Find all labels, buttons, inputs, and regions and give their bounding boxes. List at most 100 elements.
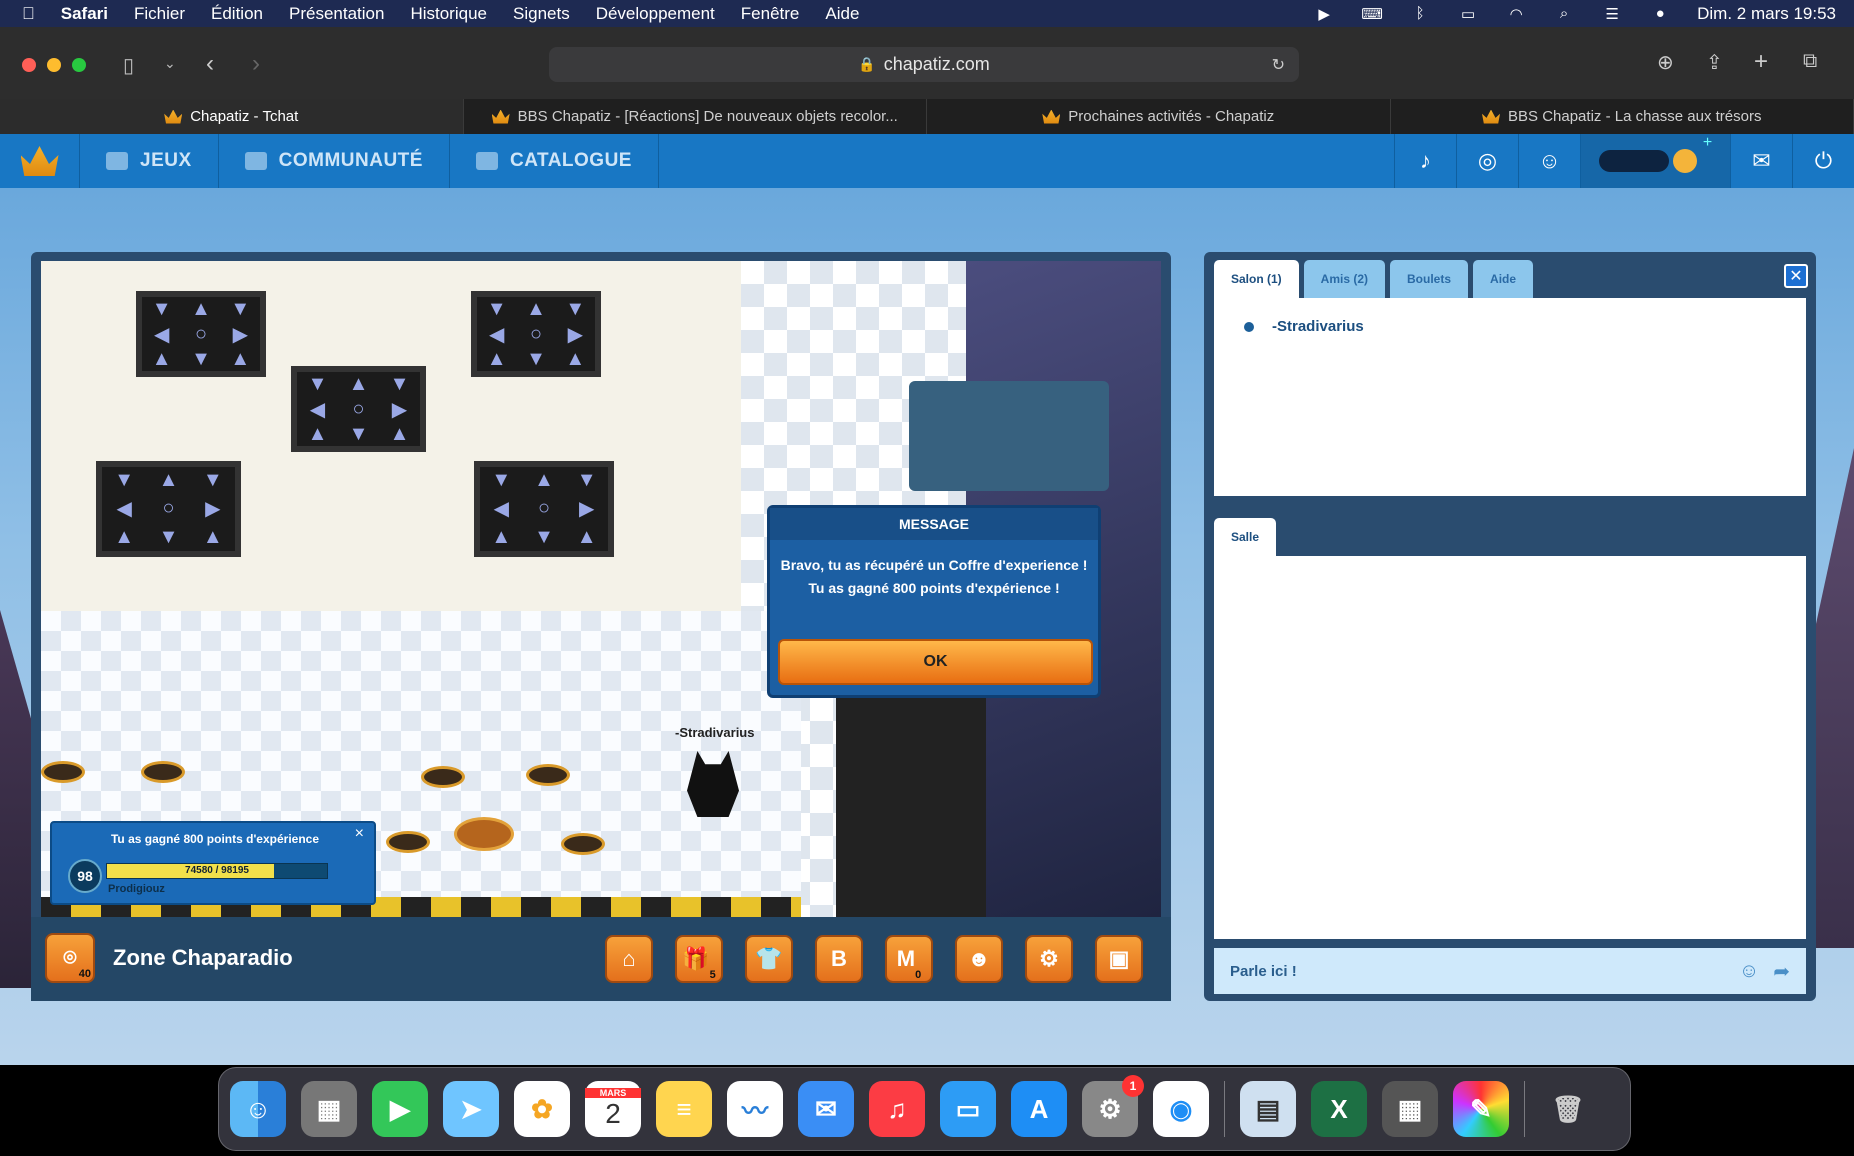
excel-icon[interactable]: X	[1311, 1081, 1367, 1137]
new-tab-icon[interactable]: +	[1754, 48, 1768, 76]
close-window-button[interactable]	[22, 58, 36, 72]
instagram-button[interactable]: ◎	[1456, 134, 1518, 188]
zone-map-button[interactable]: ⌾ 40	[45, 933, 95, 983]
system-settings-icon[interactable]: ⚙ 1	[1082, 1075, 1144, 1137]
tab-aide[interactable]: Aide	[1473, 260, 1534, 298]
tab-salon[interactable]: Salon (1)	[1214, 260, 1299, 298]
preview-icon[interactable]: ▤	[1240, 1081, 1296, 1137]
browser-tab-chapatiz-tchat[interactable]: Chapatiz - Tchat	[0, 99, 464, 134]
macos-dock: ☺ ▦ ▶ ➤ ✿ MARS 2 ≡ 〰 ✉ ♫ ▭ A ⚙ 1 ◉ ▤ X ▦ …	[218, 1067, 1631, 1151]
speaker-tower	[836, 691, 986, 917]
tab-boulets[interactable]: Boulets	[1390, 260, 1469, 298]
photos-icon[interactable]: ✿	[514, 1081, 570, 1137]
browser-tab-prochaines-activites[interactable]: Prochaines activités - Chapatiz	[927, 99, 1391, 134]
gift-button[interactable]: 🎁 5	[675, 935, 723, 983]
wardrobe-button[interactable]: 👕	[745, 935, 793, 983]
keynote-icon[interactable]: ▭	[940, 1081, 996, 1137]
minimize-window-button[interactable]	[47, 58, 61, 72]
control-center-icon[interactable]: ☰	[1601, 6, 1623, 23]
browser-tab-bbs-reactions[interactable]: BBS Chapatiz - [Réactions] De nouveaux o…	[464, 99, 927, 134]
mail-icon[interactable]: ✉	[798, 1081, 854, 1137]
launchpad-icon[interactable]: ▦	[301, 1081, 357, 1137]
reload-icon[interactable]: ↻	[1272, 55, 1285, 75]
share-icon[interactable]: ⇪	[1706, 50, 1723, 75]
chat-input[interactable]: Parle ici ! ☺ ➦	[1214, 948, 1806, 994]
back-button[interactable]: ‹	[206, 50, 214, 78]
freeform-icon[interactable]: 〰	[727, 1081, 783, 1137]
site-navbar: JEUX COMMUNAUTÉ CATALOGUE ♪ ◎ ☺ + ✉ ⏻	[0, 134, 1854, 188]
chevron-down-icon[interactable]: ⌄	[164, 55, 176, 72]
menu-app-name[interactable]: Safari	[61, 4, 108, 24]
keyboard-icon[interactable]: ⌨	[1361, 6, 1383, 23]
safari-icon[interactable]: ◉	[1153, 1081, 1209, 1137]
menu-aide[interactable]: Aide	[825, 4, 859, 24]
download-icon[interactable]: ⊕	[1657, 50, 1674, 75]
user-name[interactable]: -Stradivarius	[1272, 318, 1364, 335]
forward-button[interactable]: ›	[252, 50, 260, 78]
tiktok-button[interactable]: ♪	[1394, 134, 1456, 188]
trash-icon[interactable]: 🗑	[1540, 1081, 1596, 1137]
browser-tab-chasse-tresors[interactable]: BBS Chapatiz - La chasse aux trésors	[1391, 99, 1854, 134]
tab-amis[interactable]: Amis (2)	[1303, 260, 1386, 298]
menubar-clock[interactable]: Dim. 2 mars 19:53	[1697, 4, 1836, 24]
battery-icon[interactable]: ▭	[1457, 6, 1479, 23]
zoom-window-button[interactable]	[72, 58, 86, 72]
maps-icon[interactable]: ➤	[443, 1081, 499, 1137]
chat-panel: Salon (1) Amis (2) Boulets Aide ✕ -Strad…	[1204, 252, 1816, 1001]
m-count: 0	[915, 969, 922, 981]
logout-button[interactable]: ⏻	[1792, 134, 1854, 188]
menu-fenetre[interactable]: Fenêtre	[741, 4, 800, 24]
menu-edition[interactable]: Édition	[211, 4, 263, 24]
facetime-icon[interactable]: ▶	[372, 1081, 428, 1137]
spotlight-search-icon[interactable]: ⌕	[1553, 5, 1575, 22]
shirt-icon: 👕	[755, 946, 783, 971]
treasure-chest-table[interactable]	[454, 817, 514, 851]
menu-developpement[interactable]: Développement	[596, 4, 715, 24]
crown-favicon-icon	[1482, 109, 1501, 124]
dock-separator	[1224, 1081, 1225, 1137]
menu-historique[interactable]: Historique	[410, 4, 487, 24]
address-bar[interactable]: 🔒 chapatiz.com ↻	[549, 47, 1299, 82]
bluetooth-icon[interactable]: ᛒ	[1409, 5, 1431, 22]
app-store-icon[interactable]: A	[1011, 1081, 1067, 1137]
wifi-icon[interactable]: ◠	[1505, 6, 1527, 23]
nav-catalogue[interactable]: CATALOGUE	[450, 134, 659, 188]
send-arrow-icon[interactable]: ➦	[1773, 959, 1790, 984]
tab-overview-icon[interactable]: ⧉	[1803, 50, 1817, 73]
b-coin-button[interactable]: B	[815, 935, 863, 983]
settings-button[interactable]: ⚙	[1025, 935, 1073, 983]
sidebar-toggle-icon[interactable]: ▯	[123, 53, 134, 78]
user-list-item[interactable]: -Stradivarius	[1244, 318, 1364, 335]
close-chat-button[interactable]: ✕	[1784, 264, 1808, 288]
calculator-icon[interactable]: ▦	[1382, 1081, 1438, 1137]
ok-button[interactable]: OK	[778, 639, 1093, 685]
mail-button[interactable]: ✉	[1730, 134, 1792, 188]
home-button[interactable]: ⌂	[605, 935, 653, 983]
play-icon[interactable]: ▶	[1313, 6, 1335, 23]
notes-icon[interactable]: ≡	[656, 1081, 712, 1137]
plus-icon[interactable]: +	[1703, 134, 1712, 152]
avatar-button[interactable]: ☻	[955, 935, 1003, 983]
siri-icon[interactable]: ●	[1649, 5, 1671, 22]
calendar-icon[interactable]: MARS 2	[585, 1081, 641, 1137]
discord-button[interactable]: ☺	[1518, 134, 1580, 188]
avatar-icon: ☻	[967, 946, 991, 971]
nav-communaute[interactable]: COMMUNAUTÉ	[219, 134, 450, 188]
apple-menu-icon[interactable]: 	[22, 4, 35, 24]
chapatiz-logo[interactable]	[0, 134, 80, 188]
finder-icon[interactable]: ☺	[230, 1081, 286, 1137]
tab-salle[interactable]: Salle	[1214, 518, 1277, 556]
color-picker-icon[interactable]: ✎	[1453, 1081, 1509, 1137]
emoji-icon[interactable]: ☺	[1739, 960, 1759, 983]
music-icon[interactable]: ♫	[869, 1081, 925, 1137]
menu-signets[interactable]: Signets	[513, 4, 570, 24]
close-icon[interactable]: ×	[355, 825, 364, 843]
user-balance-button[interactable]: +	[1580, 134, 1730, 188]
nav-jeux[interactable]: JEUX	[80, 134, 219, 188]
chat-messages	[1214, 556, 1806, 939]
m-button[interactable]: M0	[885, 935, 933, 983]
radio-button[interactable]: ▣	[1095, 935, 1143, 983]
menu-presentation[interactable]: Présentation	[289, 4, 384, 24]
redacted-username	[1598, 150, 1669, 172]
menu-fichier[interactable]: Fichier	[134, 4, 185, 24]
